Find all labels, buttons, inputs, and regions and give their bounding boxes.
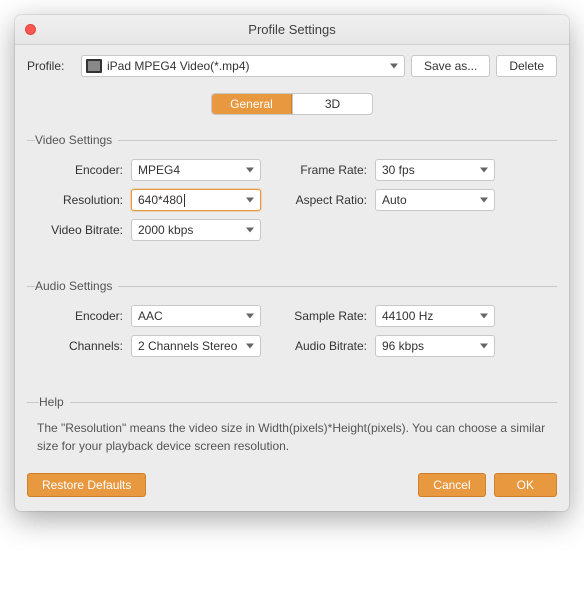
profile-select[interactable]: iPad MPEG4 Video(*.mp4) [81, 55, 405, 77]
audio-bitrate-label: Audio Bitrate: [279, 339, 367, 353]
delete-button[interactable]: Delete [496, 55, 557, 77]
tab-group: General 3D [211, 93, 373, 115]
titlebar: Profile Settings [15, 15, 569, 45]
chevron-down-icon [246, 168, 254, 173]
audio-bitrate-select[interactable]: 96 kbps [375, 335, 495, 357]
content: Profile: iPad MPEG4 Video(*.mp4) Save as… [15, 45, 569, 511]
chevron-down-icon [480, 314, 488, 319]
tab-bar: General 3D [27, 93, 557, 115]
video-bitrate-label: Video Bitrate: [29, 223, 123, 237]
frame-rate-label: Frame Rate: [279, 163, 367, 177]
video-settings-legend: Video Settings [35, 133, 118, 147]
chevron-down-icon [480, 198, 488, 203]
audio-encoder-label: Encoder: [29, 309, 123, 323]
audio-settings-legend: Audio Settings [35, 279, 118, 293]
aspect-ratio-select[interactable]: Auto [375, 189, 495, 211]
footer: Restore Defaults Cancel OK [27, 473, 557, 497]
chevron-down-icon [246, 314, 254, 319]
help-legend: Help [39, 395, 70, 409]
chevron-down-icon [246, 228, 254, 233]
profile-settings-window: Profile Settings Profile: iPad MPEG4 Vid… [15, 15, 569, 511]
profile-row: Profile: iPad MPEG4 Video(*.mp4) Save as… [27, 55, 557, 77]
resolution-select[interactable]: 640*480 [131, 189, 261, 211]
chevron-down-icon [480, 344, 488, 349]
chevron-down-icon [246, 198, 254, 203]
chevron-down-icon [246, 344, 254, 349]
chevron-down-icon [480, 168, 488, 173]
ok-button[interactable]: OK [494, 473, 557, 497]
tab-general[interactable]: General [212, 94, 292, 114]
aspect-ratio-label: Aspect Ratio: [279, 193, 367, 207]
audio-encoder-select[interactable]: AAC [131, 305, 261, 327]
help-text: The "Resolution" means the video size in… [33, 419, 551, 455]
audio-settings-group: Audio Settings Encoder: AAC Sample Rate:… [27, 279, 557, 365]
frame-rate-select[interactable]: 30 fps [375, 159, 495, 181]
save-as-button[interactable]: Save as... [411, 55, 490, 77]
video-encoder-label: Encoder: [29, 163, 123, 177]
restore-defaults-button[interactable]: Restore Defaults [27, 473, 146, 497]
video-bitrate-select[interactable]: 2000 kbps [131, 219, 261, 241]
video-encoder-select[interactable]: MPEG4 [131, 159, 261, 181]
video-settings-group: Video Settings Encoder: MPEG4 Frame Rate… [27, 133, 557, 249]
sample-rate-label: Sample Rate: [279, 309, 367, 323]
device-icon [86, 59, 102, 73]
channels-label: Channels: [29, 339, 123, 353]
sample-rate-select[interactable]: 44100 Hz [375, 305, 495, 327]
window-controls [25, 24, 36, 35]
profile-value: iPad MPEG4 Video(*.mp4) [107, 59, 250, 73]
close-icon[interactable] [25, 24, 36, 35]
tab-3d[interactable]: 3D [292, 94, 372, 114]
cancel-button[interactable]: Cancel [418, 473, 485, 497]
channels-select[interactable]: 2 Channels Stereo [131, 335, 261, 357]
window-title: Profile Settings [15, 22, 569, 37]
chevron-down-icon [390, 64, 398, 69]
help-group: Help The "Resolution" means the video si… [27, 395, 557, 455]
text-cursor [184, 194, 185, 207]
resolution-label: Resolution: [29, 193, 123, 207]
profile-label: Profile: [27, 59, 75, 73]
